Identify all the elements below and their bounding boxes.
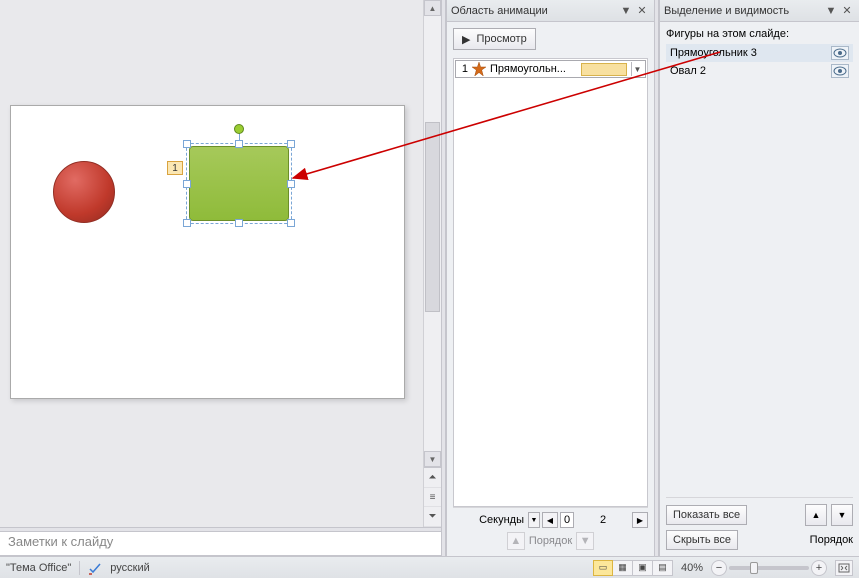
zoom-level[interactable]: 40% [681, 562, 703, 574]
selection-outline[interactable] [186, 143, 292, 224]
slide-nav-menu[interactable]: ≡ [424, 488, 441, 508]
shape-list-item[interactable]: Овал 2 [666, 62, 853, 80]
animation-item-dropdown[interactable]: ▼ [631, 62, 643, 76]
animation-pane-title: Область анимации [451, 5, 618, 17]
reorder-label: Порядок [529, 535, 572, 547]
animation-pane: Область анимации ▼ ✕ ▶ Просмотр 1 [446, 0, 654, 556]
resize-handle-rm[interactable] [287, 180, 295, 188]
hide-all-label: Скрыть все [673, 534, 731, 546]
animation-item-index: 1 [458, 63, 468, 75]
rotate-handle[interactable] [234, 124, 244, 134]
shape-oval[interactable] [53, 161, 115, 223]
scroll-up-button[interactable]: ▲ [424, 0, 441, 16]
shape-list[interactable]: Прямоугольник 3 Овал 2 [666, 44, 853, 497]
reorder-down-button[interactable]: ▼ [576, 532, 594, 550]
status-theme: "Тема Office" [6, 562, 71, 574]
timeline-tick-0: 0 [560, 512, 574, 528]
resize-handle-br[interactable] [287, 219, 295, 227]
preview-button-label: Просмотр [476, 33, 526, 45]
slide-canvas[interactable]: 1 [10, 105, 405, 399]
animation-item[interactable]: 1 Прямоугольн... ▼ [455, 60, 646, 78]
shape-list-item-label: Овал 2 [670, 65, 827, 77]
pane-close-button[interactable]: ✕ [634, 3, 650, 19]
zoom-thumb[interactable] [750, 562, 758, 574]
timeline-scroll-right[interactable]: ▶ [632, 512, 648, 528]
animation-index-tag[interactable]: 1 [167, 161, 183, 175]
view-reading-button[interactable]: ▣ [633, 560, 653, 576]
selection-pane-title: Выделение и видимость [664, 5, 823, 17]
selection-pane: Выделение и видимость ▼ ✕ Фигуры на этом… [659, 0, 859, 556]
timeline-ruler[interactable]: Секунды ▼ ◀ 0 2 ▶ [453, 512, 648, 528]
zoom-in-button[interactable]: + [811, 560, 827, 576]
shape-list-item[interactable]: Прямоугольник 3 [666, 44, 853, 62]
preview-button[interactable]: ▶ Просмотр [453, 28, 536, 50]
prev-slide-button[interactable]: ⏶ [424, 468, 441, 488]
animation-list[interactable]: 1 Прямоугольн... ▼ [453, 58, 648, 507]
timeline-tick-1: 2 [596, 512, 610, 528]
resize-handle-bm[interactable] [235, 219, 243, 227]
reorder-up-button[interactable]: ▲ [507, 532, 525, 550]
hide-all-button[interactable]: Скрыть все [666, 530, 738, 550]
reorder-label: Порядок [810, 534, 853, 546]
resize-handle-lm[interactable] [183, 180, 191, 188]
reorder-up-button[interactable]: ▲ [805, 504, 827, 526]
animation-item-name: Прямоугольн... [490, 63, 577, 75]
zoom-track[interactable] [729, 566, 809, 570]
zoom-out-button[interactable]: − [711, 560, 727, 576]
effect-icon [472, 62, 486, 76]
scroll-thumb[interactable] [425, 122, 440, 312]
status-bar: "Тема Office" русский ▭ ▦ ▣ ▤ 40% − + [0, 556, 859, 578]
resize-handle-tl[interactable] [183, 140, 191, 148]
zoom-slider[interactable]: − + [711, 560, 827, 576]
shape-list-item-label: Прямоугольник 3 [670, 47, 827, 59]
view-slideshow-button[interactable]: ▤ [653, 560, 673, 576]
view-normal-button[interactable]: ▭ [593, 560, 613, 576]
resize-handle-tm[interactable] [235, 140, 243, 148]
reorder-down-button[interactable]: ▼ [831, 504, 853, 526]
show-all-label: Показать все [673, 509, 740, 521]
visibility-toggle[interactable] [831, 46, 849, 60]
resize-handle-bl[interactable] [183, 219, 191, 227]
notes-pane[interactable]: Заметки к слайду [0, 532, 441, 556]
show-all-button[interactable]: Показать все [666, 505, 747, 525]
status-language[interactable]: русский [110, 562, 149, 574]
timeline-units-dropdown[interactable]: ▼ [528, 512, 540, 528]
resize-handle-tr[interactable] [287, 140, 295, 148]
timeline-units-label: Секунды [479, 514, 524, 526]
spellcheck-icon[interactable] [88, 561, 102, 575]
visibility-toggle[interactable] [831, 64, 849, 78]
selection-pane-caption: Фигуры на этом слайде: [666, 28, 853, 40]
scroll-down-button[interactable]: ▼ [424, 451, 441, 467]
animation-duration-bar[interactable] [581, 63, 627, 76]
pane-menu-button[interactable]: ▼ [823, 3, 839, 19]
pane-menu-button[interactable]: ▼ [618, 3, 634, 19]
slide-vertical-scrollbar[interactable]: ▲ ▼ ⏶ ≡ ⏷ [423, 0, 441, 527]
pane-close-button[interactable]: ✕ [839, 3, 855, 19]
view-sorter-button[interactable]: ▦ [613, 560, 633, 576]
slide-edit-area[interactable]: 1 ▲ ▼ ⏶ ≡ ⏷ [0, 0, 441, 527]
play-icon: ▶ [462, 33, 470, 46]
zoom-fit-button[interactable] [835, 560, 853, 576]
next-slide-button[interactable]: ⏷ [424, 507, 441, 527]
scroll-track[interactable] [424, 16, 441, 451]
timeline-scroll-left[interactable]: ◀ [542, 512, 558, 528]
